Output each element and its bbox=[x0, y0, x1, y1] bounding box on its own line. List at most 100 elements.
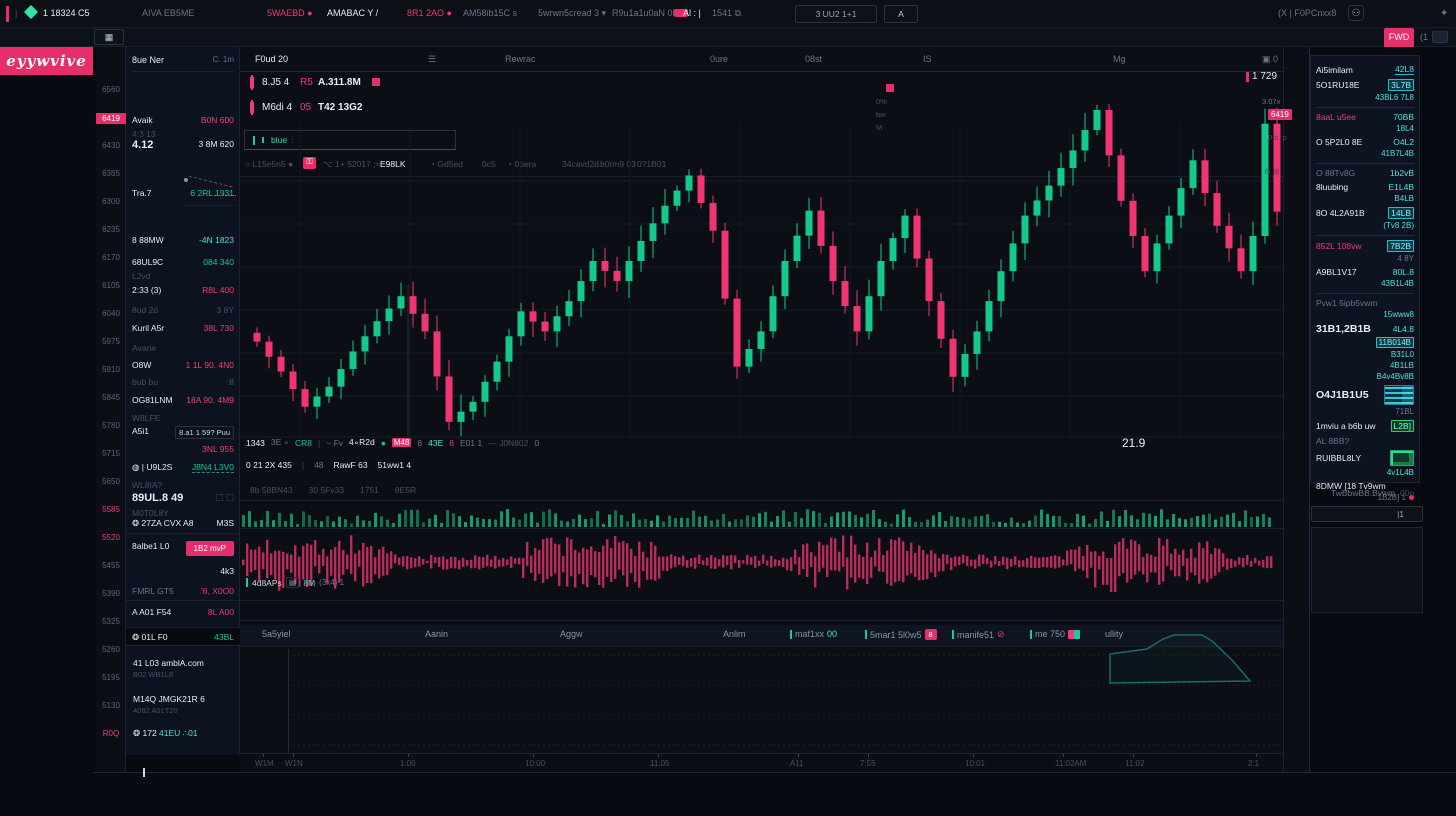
left-footer-row-0[interactable]: 41 L03 amblA.com bbox=[133, 658, 234, 668]
ladder-price-5[interactable]: 6235 bbox=[96, 225, 126, 234]
chart-tab-5[interactable]: IS bbox=[923, 54, 932, 64]
ladder-price-1[interactable]: 6419 bbox=[96, 113, 126, 124]
chart-tab-6[interactable]: Mg bbox=[1113, 54, 1126, 64]
bottom-right-item-0[interactable]: maf1xx00 bbox=[790, 629, 837, 639]
topbar-item-9[interactable]: Al : | bbox=[683, 8, 701, 18]
right-panel-row-31[interactable]: RUIBBL8LY bbox=[1316, 450, 1414, 466]
ladder-price-13[interactable]: 5715 bbox=[96, 449, 126, 458]
ladder-price-9[interactable]: 5975 bbox=[96, 337, 126, 346]
globe-icon[interactable]: ⚇ bbox=[1348, 5, 1364, 21]
bar bbox=[572, 519, 575, 527]
bottom-right-item-3[interactable]: me 750 bbox=[1030, 629, 1080, 639]
bottom-tab-2[interactable]: Aggw bbox=[560, 629, 583, 639]
ladder-price-6[interactable]: 6170 bbox=[96, 253, 126, 262]
brand-logo[interactable]: eyywvive bbox=[0, 47, 93, 75]
price-axis-right[interactable]: 1 729 3.07x 6419 0 b. p ⊙ ⊞ bbox=[1283, 47, 1310, 772]
time-axis[interactable]: W1MW1N1:0010:0011:05A117:5510:0111:02AM1… bbox=[240, 753, 1283, 769]
chart-tab-2[interactable]: Rewrac bbox=[505, 54, 536, 64]
oscillator-histogram[interactable] bbox=[240, 532, 1283, 594]
right-panel-row-6[interactable]: O 5P2L0 8EO4L2 bbox=[1316, 137, 1414, 147]
price-ladder[interactable]: 6560 6419 6430 6365 6300 6235 6170 6105 6040 5975… bbox=[96, 47, 126, 772]
ladder-price-23[interactable]: R0Q bbox=[96, 729, 126, 738]
left-panel-title[interactable]: 8ue Ner bbox=[132, 55, 164, 65]
panel-toggle-icon[interactable] bbox=[1432, 31, 1448, 43]
chart-area[interactable]: F0ud 20☰Rewrac0ure08stISMg▣ 0 8.J5 4R5A.… bbox=[240, 47, 1283, 772]
topbar-item-3[interactable]: 5WAEBD ● bbox=[267, 8, 313, 18]
ladder-price-20[interactable]: 5260 bbox=[96, 645, 126, 654]
indicator-row-main[interactable]: 13433E ∘CR8|~ Fv4∘R2d●M48843E8E01 1— J0N… bbox=[246, 437, 539, 448]
bar bbox=[650, 542, 652, 580]
right-panel-row-17[interactable]: A9BL1V1780L.8 bbox=[1316, 267, 1414, 277]
right-panel-row-20[interactable]: Pvw1 5ipb5vwm bbox=[1316, 298, 1414, 308]
bar bbox=[692, 511, 695, 527]
chart-tab-4[interactable]: 08st bbox=[805, 54, 822, 64]
volume-histogram[interactable] bbox=[240, 505, 1283, 527]
ladder-price-8[interactable]: 6040 bbox=[96, 309, 126, 318]
ladder-price-18[interactable]: 5390 bbox=[96, 589, 126, 598]
bottom-right-item-2[interactable]: manife51⊘ bbox=[952, 629, 1005, 640]
bottom-tab-1[interactable]: Aanin bbox=[425, 629, 448, 639]
oscillator-legend[interactable]: 4d8APs ▤ 8M (3x4) 1 bbox=[246, 577, 344, 588]
ladder-price-21[interactable]: 5195 bbox=[96, 673, 126, 682]
search-input[interactable]: 3 UU2 1+1 bbox=[795, 5, 877, 23]
axis-icons[interactable]: ⊙ ⊞ bbox=[1264, 167, 1280, 176]
row-input-box[interactable]: 8.a1 1 59? Puu bbox=[175, 426, 234, 439]
right-panel-row-22[interactable]: 31B1,2B1B4L4.8 bbox=[1316, 323, 1414, 335]
right-panel-input[interactable]: |1 bbox=[1311, 506, 1423, 522]
right-panel-row-4[interactable]: 8aaL u5ee70BB bbox=[1316, 112, 1414, 122]
indicator-row-secondary[interactable]: 0 21 2X 435|48RawF 6351ww1 4 bbox=[246, 460, 411, 470]
topbar-item-5[interactable]: 8R1 2AO ● bbox=[407, 8, 452, 18]
ladder-price-17[interactable]: 5455 bbox=[96, 561, 126, 570]
ladder-price-7[interactable]: 6105 bbox=[96, 281, 126, 290]
ladder-price-2[interactable]: 6430 bbox=[96, 141, 126, 150]
chart-tab-3[interactable]: 0ure bbox=[710, 54, 728, 64]
right-panel-row-9[interactable]: O 88Tv8G1b2vB bbox=[1316, 168, 1414, 178]
left-footer-row-2[interactable]: ❂ 172 41EU ∴01 bbox=[133, 728, 234, 739]
bottom-right-item-4[interactable]: ullity bbox=[1105, 629, 1123, 639]
topbar-item-2[interactable]: AIVA EB5ME bbox=[142, 8, 194, 18]
ladder-price-16[interactable]: 5520 bbox=[96, 533, 126, 542]
star-icon[interactable]: ✦ bbox=[1440, 8, 1448, 19]
oscillator-settings-icon[interactable]: ▤ bbox=[286, 577, 300, 588]
right-panel-row-10[interactable]: 8luubingE1L4B bbox=[1316, 182, 1414, 192]
topbar-item-0[interactable]: | bbox=[15, 8, 17, 18]
topbar-item-6[interactable]: AM58ib15C s bbox=[463, 8, 517, 18]
chart-alert-marker[interactable] bbox=[886, 84, 894, 92]
left-footer-row-1[interactable]: M14Q JMGK21R 6 bbox=[133, 694, 234, 704]
bottom-tab-3[interactable]: Anlim bbox=[723, 629, 746, 639]
bottom-right-item-1[interactable]: 5mar1 5l0w58 bbox=[865, 629, 937, 640]
topbar-item-10[interactable]: 1541 ⧉ bbox=[712, 8, 741, 19]
ladder-price-3[interactable]: 6365 bbox=[96, 169, 126, 178]
ladder-price-14[interactable]: 5650 bbox=[96, 477, 126, 486]
grid-layout-icon[interactable]: ▦ bbox=[94, 29, 124, 45]
chart-tab-1[interactable]: ☰ bbox=[428, 54, 436, 65]
chart-tab-7[interactable]: ▣ 0 bbox=[1262, 54, 1278, 65]
ladder-price-11[interactable]: 5845 bbox=[96, 393, 126, 402]
topbar-item-1[interactable]: 1 18324 C5 bbox=[43, 8, 90, 18]
candlestick-chart[interactable] bbox=[252, 85, 1283, 437]
left-panel-interval[interactable]: C. 1m bbox=[213, 55, 234, 65]
right-panel-row-27[interactable]: O4J1B1U5 bbox=[1316, 385, 1414, 405]
right-panel-row-30[interactable]: AL 8BB? bbox=[1316, 436, 1414, 446]
topbar-item-11[interactable]: (X | F0PCnxx8 bbox=[1278, 8, 1336, 18]
ladder-price-4[interactable]: 6300 bbox=[96, 197, 126, 206]
ladder-price-0[interactable]: 6560 bbox=[96, 85, 126, 94]
chart-tab-0[interactable]: F0ud 20 bbox=[255, 54, 288, 64]
left-panel-pink-button[interactable]: 1B2 mvP bbox=[186, 541, 234, 556]
right-panel-row-15[interactable]: 852L 108vw7B2B bbox=[1316, 240, 1414, 252]
topbar-item-4[interactable]: AMABAC Y / bbox=[327, 8, 378, 18]
bottom-tab-0[interactable]: 5a5yiel bbox=[262, 629, 291, 639]
tab-fwd-active[interactable]: FWD bbox=[1384, 28, 1414, 47]
right-panel-row-12[interactable]: 8O 4L2A91B14LB bbox=[1316, 207, 1414, 219]
right-panel-row-0[interactable]: Ai5imilam42L8 bbox=[1316, 64, 1414, 75]
shortcut-box[interactable]: A bbox=[884, 5, 918, 23]
topbar-item-7[interactable]: 5wrwn5cread 3 ▾ bbox=[538, 8, 606, 19]
topbar-item-8[interactable]: R9u1a1u0aN 0N bbox=[612, 8, 679, 18]
ladder-price-12[interactable]: 5780 bbox=[96, 421, 126, 430]
ladder-price-10[interactable]: 5910 bbox=[96, 365, 126, 374]
right-panel-row-1[interactable]: 5O1RU18E3L7B bbox=[1316, 79, 1414, 91]
right-panel-row-29[interactable]: 1mviu a b6b uwL2B] bbox=[1316, 420, 1414, 432]
ladder-price-19[interactable]: 5325 bbox=[96, 617, 126, 626]
ladder-price-15[interactable]: 5585 bbox=[96, 505, 126, 514]
ladder-price-22[interactable]: 5130 bbox=[96, 701, 126, 710]
